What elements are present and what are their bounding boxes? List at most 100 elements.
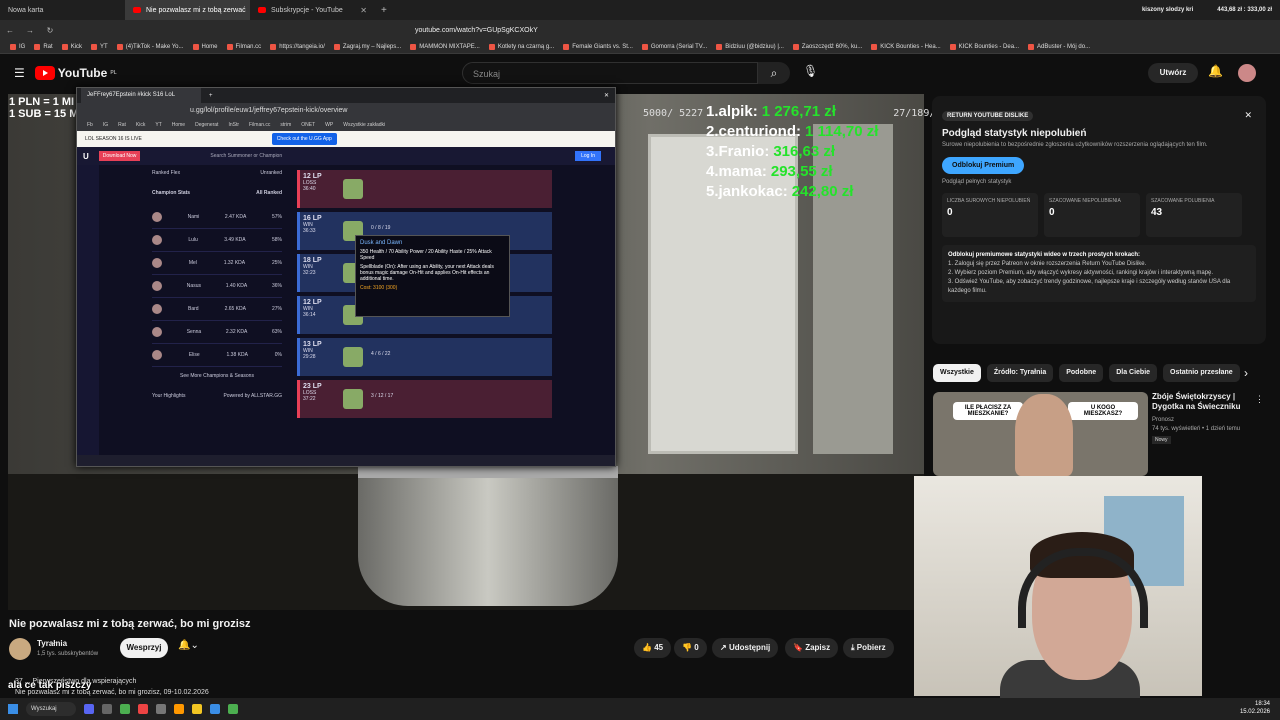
bookmark-item[interactable]: YT xyxy=(155,122,161,128)
champion-row[interactable]: Nami 2.47 KDA 57% xyxy=(152,206,282,229)
app-icon[interactable] xyxy=(228,704,238,714)
summoner-search-input[interactable]: Search Summoner or Champion xyxy=(210,153,282,159)
create-button[interactable]: Utwórz xyxy=(1148,63,1198,83)
bookmark-item[interactable]: strim xyxy=(280,122,291,128)
reload-icon[interactable]: ↻ xyxy=(40,26,60,35)
bookmark-item[interactable]: Kick xyxy=(61,43,82,50)
subscription-bell-icon[interactable]: 🔔⌄ xyxy=(178,640,199,651)
bookmark-item[interactable]: WP xyxy=(325,122,333,128)
bookmark-item[interactable]: KICK Bounties - Dea... xyxy=(949,43,1019,50)
close-icon[interactable]: ✕ xyxy=(1244,110,1252,121)
match-row[interactable]: 13 LP WIN 29:28 4 / 6 / 22 xyxy=(297,338,552,376)
app-icon[interactable] xyxy=(102,704,112,714)
champion-row[interactable]: Bard 2.65 KDA 27% xyxy=(152,298,282,321)
support-button[interactable]: Wesprzyj xyxy=(120,638,168,658)
channel-avatar[interactable] xyxy=(9,638,31,660)
back-icon[interactable]: ← xyxy=(0,26,20,35)
youtube-logo[interactable]: YouTube PL xyxy=(34,66,117,80)
save-button[interactable]: 🔖 Zapisz xyxy=(785,638,839,658)
ugg-logo-icon[interactable]: U xyxy=(83,152,89,161)
bookmark-item[interactable]: Kotlety na czarną g... xyxy=(488,43,554,50)
brave-icon[interactable] xyxy=(138,704,148,714)
bookmark-item[interactable]: https://tangeia.io/ xyxy=(270,43,325,50)
more-options-icon[interactable]: ⋮ xyxy=(1255,394,1264,405)
all-ranked-dropdown[interactable]: All Ranked xyxy=(256,190,282,206)
download-button[interactable]: Download Now xyxy=(98,151,141,161)
bookmark-item[interactable]: MAMMON MIXTAPE... xyxy=(410,43,480,50)
bookmark-item[interactable]: Zagraj.my – Najleps... xyxy=(333,43,401,50)
folder-icon[interactable] xyxy=(192,704,202,714)
bookmark-item[interactable]: Rat xyxy=(118,122,126,128)
bookmark-item[interactable]: IG xyxy=(103,122,108,128)
filter-chip[interactable]: Podobne xyxy=(1059,364,1104,382)
share-button[interactable]: ↗ Udostępnij xyxy=(712,638,779,658)
microphone-icon[interactable]: 🎙 xyxy=(803,64,818,78)
chrome-icon[interactable] xyxy=(120,704,130,714)
search-icon[interactable]: ⌕ xyxy=(758,62,790,84)
champion-row[interactable]: Nasus 1.40 KDA 36% xyxy=(152,275,282,298)
bookmark-item[interactable]: Filman.cc xyxy=(226,43,261,50)
filter-chip[interactable]: Dla Ciebie xyxy=(1109,364,1158,382)
filter-chip[interactable]: Ostatnio przesłane xyxy=(1163,364,1240,382)
see-more-link[interactable]: See More Champions & Seasons xyxy=(152,373,282,379)
browser-tab[interactable]: Subskrypcje - YouTube ✕ xyxy=(250,0,375,20)
dislike-button[interactable]: 👎 0 xyxy=(674,638,707,658)
bookmark-item[interactable]: Home xyxy=(192,43,218,50)
recommended-channel[interactable]: Pronosz xyxy=(1152,416,1262,425)
bookmark-item[interactable]: Rat xyxy=(34,43,53,50)
like-button[interactable]: 👍 45 xyxy=(634,638,672,658)
bookmark-item[interactable]: Wszystkie zakładki xyxy=(343,122,385,128)
download-button[interactable]: ⤓ Pobierz xyxy=(843,638,894,658)
bookmark-item[interactable]: InStr xyxy=(228,122,239,128)
bookmark-item[interactable]: KICK Bounties - Hea... xyxy=(871,43,941,50)
notifications-bell-icon[interactable]: 🔔 xyxy=(1208,64,1223,78)
close-icon[interactable]: ✕ xyxy=(360,6,367,15)
search-input[interactable]: Szukaj xyxy=(462,62,758,84)
bookmark-item[interactable]: AdBuster - Mój do... xyxy=(1028,43,1090,50)
match-row[interactable]: 12 LP LOSS 36:40 xyxy=(297,170,552,208)
popup-tab[interactable]: JeFFrey67Epstein #kick S16 LoL xyxy=(81,88,201,103)
bookmark-item[interactable]: Fb xyxy=(87,122,93,128)
full-stats-link[interactable]: Podgląd pełnych statystyk xyxy=(942,179,1256,185)
login-button[interactable]: Log In xyxy=(575,151,601,161)
browser-tab[interactable]: Nowa karta xyxy=(0,0,125,20)
taskbar-clock[interactable]: 18:34 15.02.2026 xyxy=(1240,700,1270,716)
ugg-app-button[interactable]: Check out the U.GG App xyxy=(271,133,337,145)
bookmark-item[interactable]: ONET xyxy=(301,122,315,128)
bookmark-item[interactable]: Female Giants vs. St... xyxy=(563,43,633,50)
menu-icon[interactable]: ☰ xyxy=(14,66,25,80)
new-tab-icon[interactable]: + xyxy=(209,93,213,99)
champion-row[interactable]: Mel 1.32 KDA 25% xyxy=(152,252,282,275)
bookmark-item[interactable]: Zaoszczędź 60%, ku... xyxy=(792,43,862,50)
taskbar-search[interactable]: Wyszukaj xyxy=(26,702,76,716)
bookmark-item[interactable]: Kick xyxy=(136,122,145,128)
popup-address-bar[interactable]: u.gg/lol/profile/euw1/jeffrey67epstein-k… xyxy=(77,103,615,119)
filter-chip[interactable]: Wszystkie xyxy=(933,364,981,382)
browser-tab-active[interactable]: Nie pozwalasz mi z tobą zerwać✕ xyxy=(125,0,250,20)
windows-start-icon[interactable] xyxy=(8,704,18,714)
recommended-thumbnail[interactable]: ILE PŁACISZ ZA MIESZKANIE? U KOGO MIESZK… xyxy=(933,392,1148,476)
champion-row[interactable]: Elise 1.38 KDA 0% xyxy=(152,344,282,367)
app-icon[interactable] xyxy=(210,704,220,714)
bookmark-item[interactable]: IG xyxy=(10,43,25,50)
address-bar[interactable]: youtube.com/watch?v=GUpSgKCXOkY xyxy=(415,27,538,34)
avatar[interactable] xyxy=(1238,64,1256,82)
filter-chip[interactable]: Źródło: Tyrałnia xyxy=(986,364,1054,382)
match-row[interactable]: 23 LP LOSS 37:22 3 / 12 / 17 xyxy=(297,380,552,418)
bookmark-item[interactable]: Bidziuu (@bidziuu) |... xyxy=(716,43,784,50)
channel-name[interactable]: Tyrałnia xyxy=(37,639,67,648)
chevron-right-icon[interactable]: › xyxy=(1244,366,1248,380)
unlock-premium-button[interactable]: Odblokuj Premium xyxy=(942,157,1025,174)
bookmark-item[interactable]: (4)TikTok - Make Yo... xyxy=(116,43,184,50)
window-close-icon[interactable]: ✕ xyxy=(604,92,609,99)
bookmark-item[interactable]: YT xyxy=(91,43,108,50)
bookmark-item[interactable]: Home xyxy=(172,122,185,128)
bookmark-item[interactable]: Gomorra (Serial TV... xyxy=(641,43,707,50)
recommended-title[interactable]: Zbóje Świętokrzyscy | Dygotka na Świeczn… xyxy=(1152,392,1262,412)
forward-icon[interactable]: → xyxy=(20,26,40,35)
champion-row[interactable]: Senna 2.32 KDA 63% xyxy=(152,321,282,344)
app-icon[interactable] xyxy=(156,704,166,714)
bookmark-item[interactable]: Degenerat xyxy=(195,122,218,128)
bookmark-item[interactable]: Filman.cc xyxy=(249,122,270,128)
discord-icon[interactable] xyxy=(84,704,94,714)
